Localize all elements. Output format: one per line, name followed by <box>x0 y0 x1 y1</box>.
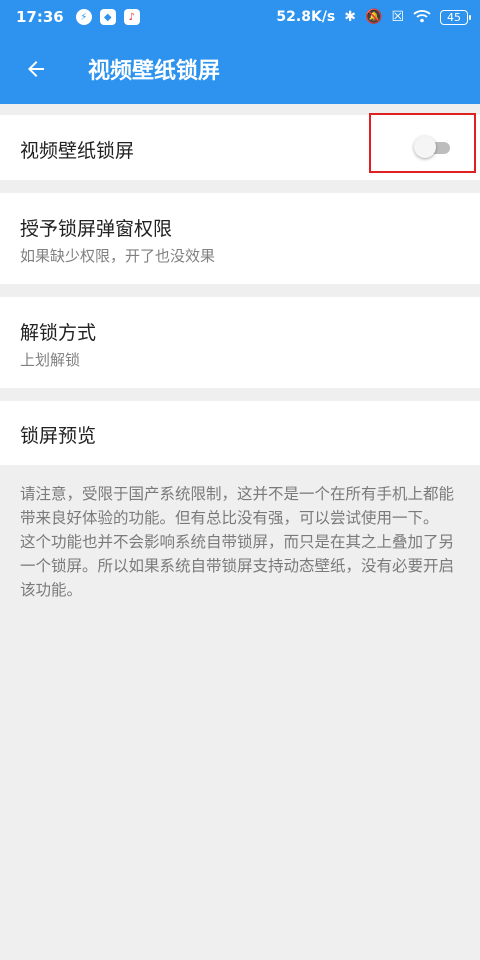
setting-lockscreen-preview[interactable]: 锁屏预览 <box>0 401 480 465</box>
setting-title: 授予锁屏弹窗权限 <box>20 218 173 240</box>
setting-title: 解锁方式 <box>20 322 97 344</box>
app-bar: 17:36 ⚡ ◆ ♪ 52.8K/s ✱ 🔕 ☒ 45 视频壁纸锁屏 <box>0 0 480 104</box>
status-time: 17:36 <box>16 8 64 26</box>
video-lockscreen-toggle[interactable] <box>414 136 454 158</box>
setting-unlock-method[interactable]: 解锁方式 上划解锁 <box>0 297 480 388</box>
arrow-back-icon <box>28 61 44 77</box>
back-button[interactable] <box>8 41 64 97</box>
network-speed: 52.8K/s <box>276 9 336 25</box>
status-bar: 17:36 ⚡ ◆ ♪ 52.8K/s ✱ 🔕 ☒ 45 <box>0 0 480 34</box>
toolbar: 视频壁纸锁屏 <box>0 34 480 104</box>
setting-title: 视频壁纸锁屏 <box>20 140 135 162</box>
setting-title: 锁屏预览 <box>20 425 97 447</box>
wifi-icon <box>413 9 431 26</box>
note-paragraph: 请注意，受限于国产系统限制，这并不是一个在所有手机上都能带来良好体验的功能。但有… <box>20 485 455 527</box>
toggle-thumb <box>414 136 436 158</box>
shield-notification-icon: ⚡ <box>75 9 92 25</box>
setting-grant-permission[interactable]: 授予锁屏弹窗权限 上划解锁 如果缺少权限，开了也没效果 <box>0 193 480 284</box>
page-title: 视频壁纸锁屏 <box>88 59 221 84</box>
note-text: 请注意，受限于国产系统限制，这并不是一个在所有手机上都能带来良好体验的功能。但有… <box>20 482 460 602</box>
bluetooth-icon: ✱ <box>344 9 356 25</box>
setting-subtitle: 如果缺少权限，开了也没效果 <box>20 247 216 265</box>
note-paragraph: 这个功能也并不会影响系统自带锁屏，而只是在其之上叠加了另一个锁屏。所以如果系统自… <box>20 533 455 599</box>
music-notification-icon: ♪ <box>123 9 140 25</box>
no-sim-icon: ☒ <box>391 9 404 25</box>
setting-subtitle: 上划解锁 <box>20 351 81 369</box>
setting-video-lockscreen[interactable]: 视频壁纸锁屏 <box>0 115 480 180</box>
mute-bell-icon: 🔕 <box>365 9 383 25</box>
battery-indicator: 45 <box>440 9 471 25</box>
app-notification-icon: ◆ <box>99 9 116 25</box>
